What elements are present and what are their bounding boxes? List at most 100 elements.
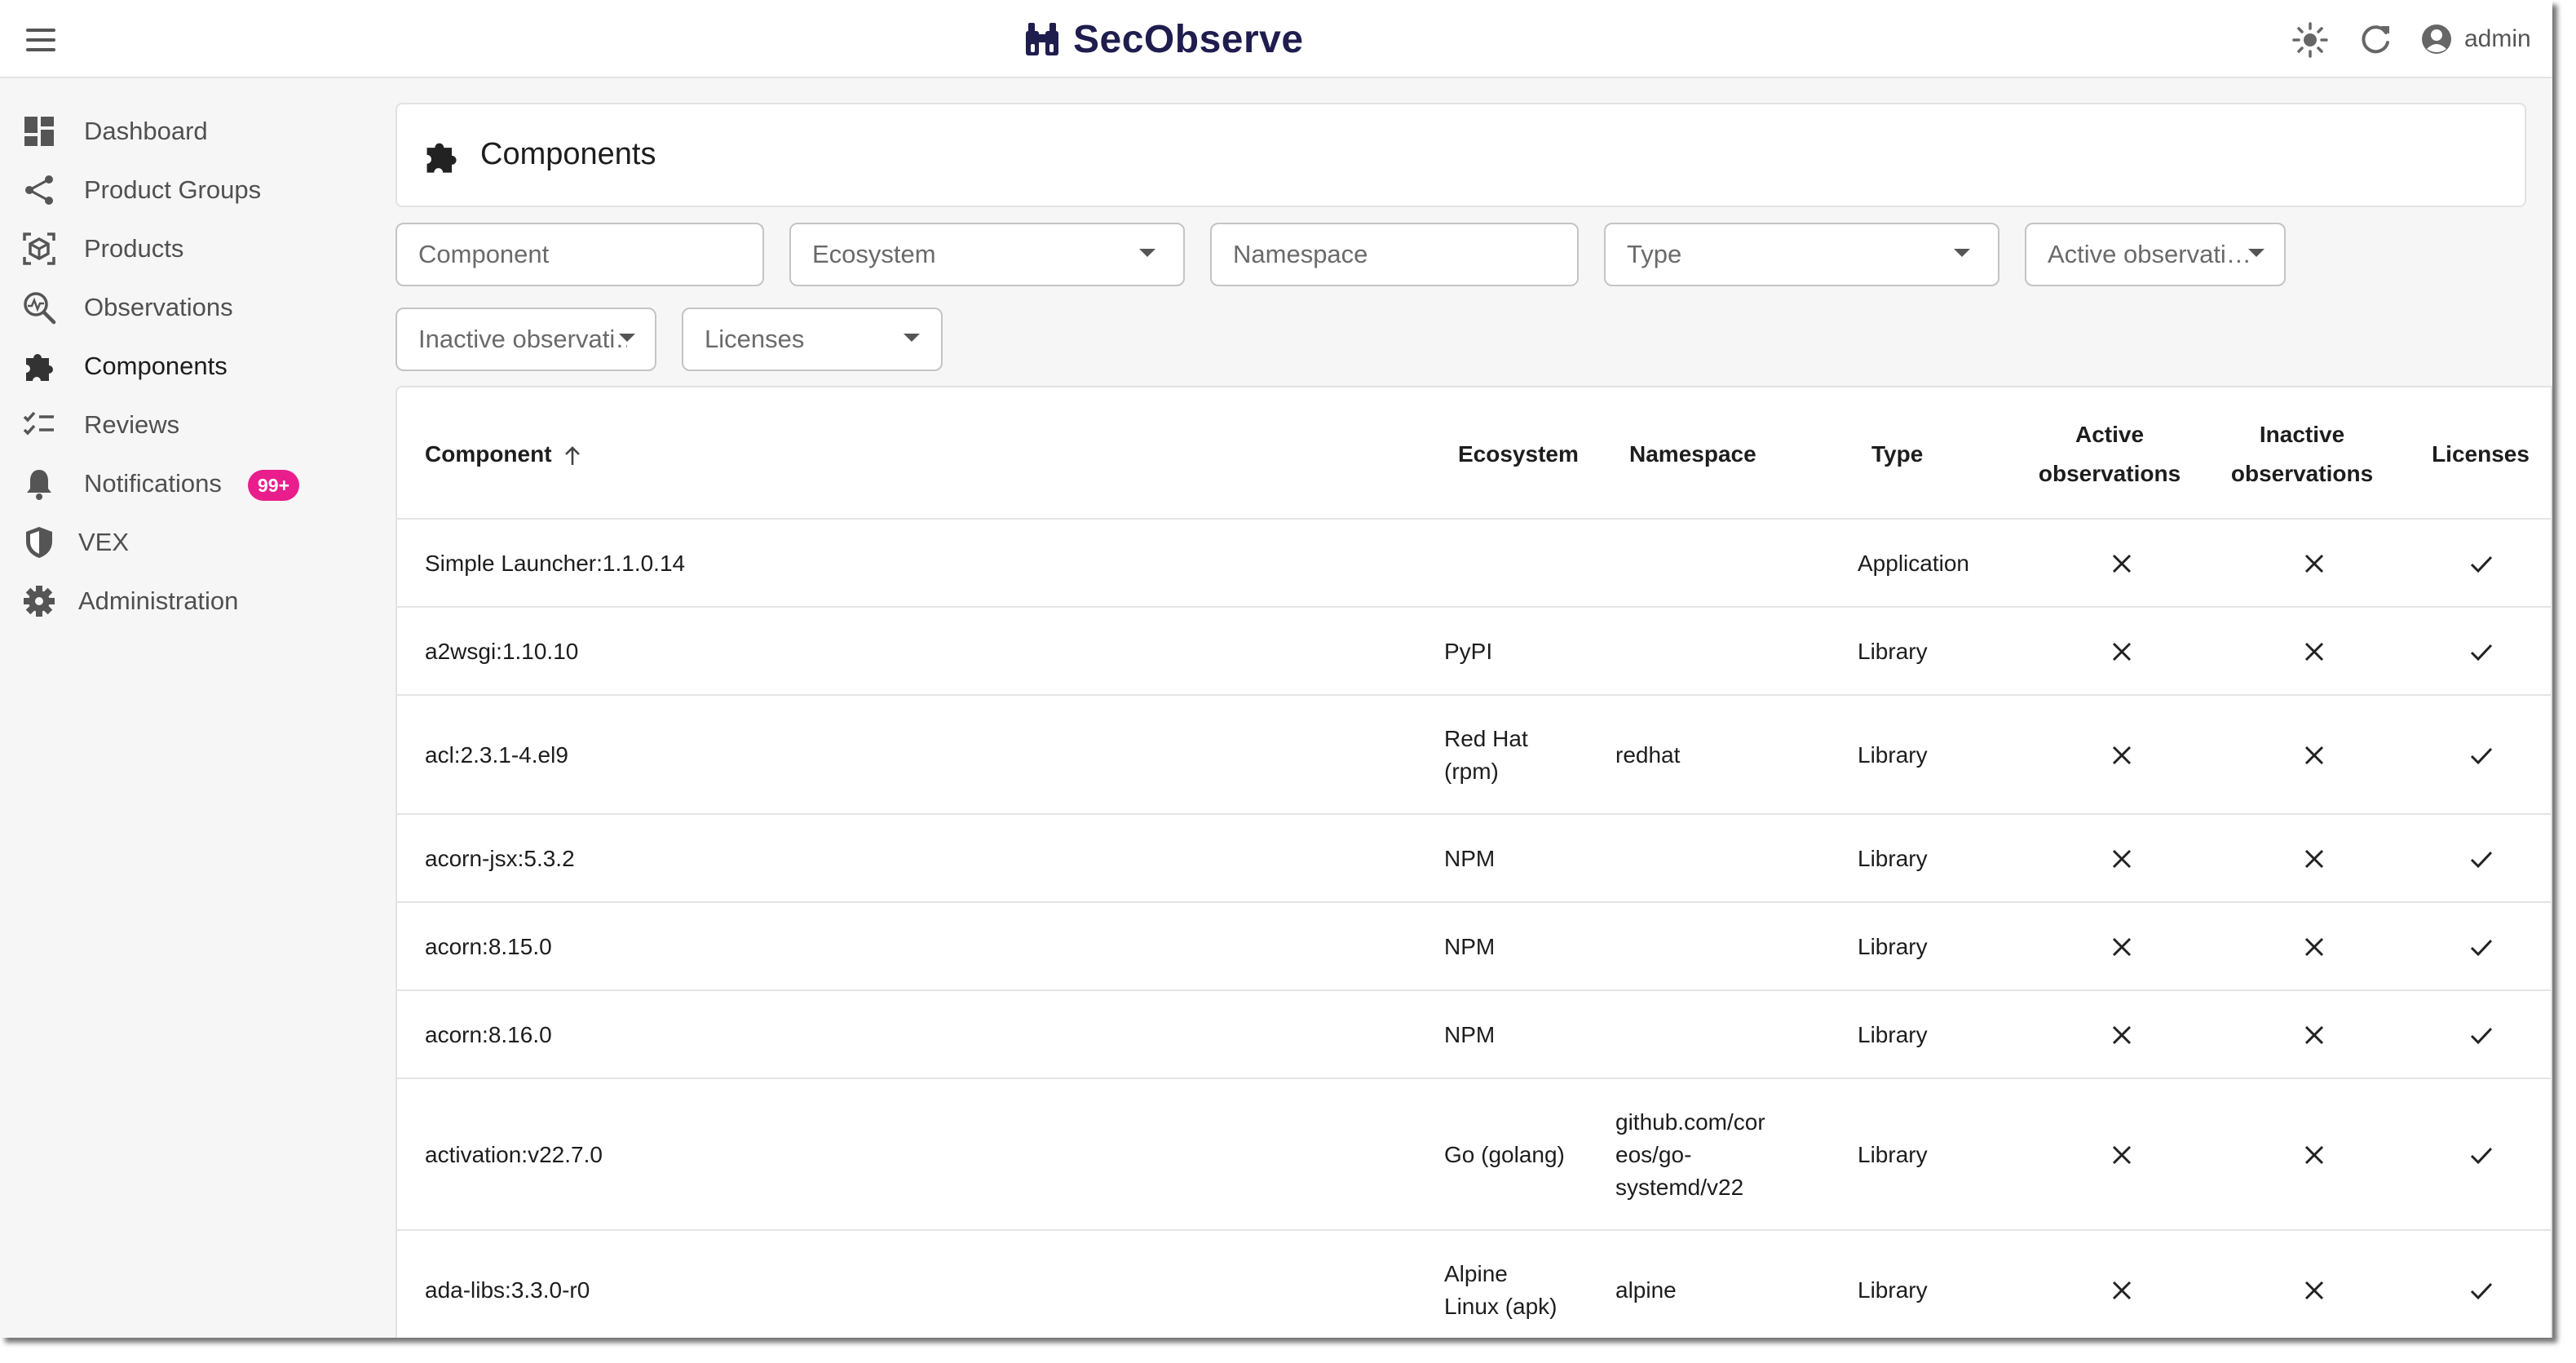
close-icon bbox=[2112, 554, 2132, 573]
sidebar-item-reviews[interactable]: Reviews bbox=[0, 396, 383, 454]
type-select-label: Type bbox=[1627, 240, 1682, 268]
puzzle-icon bbox=[426, 143, 457, 173]
close-icon bbox=[2304, 1025, 2324, 1045]
table-row[interactable]: Simple Launcher:1.1.0.14 Application bbox=[397, 518, 2551, 606]
top-app-bar: SecObserve admin bbox=[0, 0, 2552, 78]
close-icon bbox=[2304, 849, 2324, 869]
component-filter[interactable] bbox=[395, 223, 764, 286]
user-menu[interactable]: admin bbox=[2420, 20, 2531, 59]
column-header-component[interactable]: Component bbox=[425, 435, 583, 474]
ecosystem-select-label: Ecosystem bbox=[812, 240, 936, 268]
column-header-label: observations bbox=[2038, 461, 2181, 486]
chevron-down-icon bbox=[619, 334, 635, 342]
observation-icon bbox=[24, 292, 56, 325]
column-header-label: Inactive bbox=[2259, 422, 2345, 447]
column-header-ecosystem[interactable]: Ecosystem bbox=[1458, 435, 1579, 474]
column-header-type[interactable]: Type bbox=[1871, 435, 1923, 474]
table-row[interactable]: a2wsgi:1.10.10 PyPI Library bbox=[397, 606, 2551, 694]
sidebar-item-label: Products bbox=[84, 234, 184, 263]
namespace-filter[interactable] bbox=[1210, 223, 1579, 286]
check-icon bbox=[2470, 644, 2493, 662]
table-row[interactable]: ada-libs:3.3.0-r0 Alpine Linux (apk) alpin… bbox=[397, 1229, 2551, 1338]
gear-icon bbox=[24, 586, 55, 617]
checklist-icon bbox=[23, 411, 54, 436]
check-icon bbox=[2470, 851, 2493, 869]
sidebar-item-label: Administration bbox=[78, 586, 239, 615]
sidebar-item-products[interactable]: Products bbox=[0, 220, 383, 277]
sun-icon[interactable] bbox=[2291, 21, 2329, 59]
close-icon bbox=[2304, 642, 2324, 662]
app-title: SecObserve bbox=[1073, 17, 1304, 61]
check-icon bbox=[2470, 747, 2493, 765]
column-header-licenses[interactable]: Licenses bbox=[2428, 435, 2534, 474]
account-icon bbox=[2422, 24, 2451, 54]
cell-component: acorn:8.15.0 bbox=[425, 934, 552, 959]
type-filter[interactable]: Type bbox=[1604, 223, 1999, 286]
notification-badge: 99+ bbox=[248, 470, 300, 501]
licenses-filter[interactable]: Licenses bbox=[682, 308, 943, 371]
shield-icon bbox=[26, 527, 52, 558]
close-icon bbox=[2112, 1145, 2132, 1165]
cell-namespace: redhat bbox=[1615, 742, 1681, 768]
refresh-icon[interactable] bbox=[2357, 21, 2394, 59]
check-icon bbox=[2470, 555, 2493, 573]
dashboard-icon bbox=[24, 117, 54, 146]
table-row[interactable]: acl:2.3.1-4.el9 Red Hat (rpm) redhat Librar… bbox=[397, 694, 2551, 813]
component-input[interactable] bbox=[397, 224, 762, 285]
close-icon bbox=[2112, 1025, 2132, 1045]
sidebar-item-components[interactable]: Components bbox=[0, 338, 383, 395]
table-row[interactable]: acorn:8.15.0 NPM Library bbox=[397, 901, 2551, 989]
puzzle-icon bbox=[26, 354, 53, 381]
cell-type: Library bbox=[1858, 1142, 1928, 1167]
cell-component: acorn:8.16.0 bbox=[425, 1022, 552, 1047]
ecosystem-filter[interactable]: Ecosystem bbox=[789, 223, 1185, 286]
sidebar-item-dashboard[interactable]: Dashboard bbox=[0, 103, 383, 160]
inactive-observations-select-label: Inactive observati… bbox=[418, 325, 627, 353]
sidebar-item-label: Components bbox=[84, 352, 228, 380]
user-name: admin bbox=[2464, 25, 2531, 52]
close-icon bbox=[2112, 642, 2132, 662]
close-icon bbox=[2112, 1281, 2132, 1300]
cell-component: Simple Launcher:1.1.0.14 bbox=[425, 551, 686, 576]
cell-type: Library bbox=[1858, 742, 1928, 768]
column-header-active-observations[interactable]: Active observations bbox=[2028, 415, 2191, 493]
licenses-select-label: Licenses bbox=[705, 325, 805, 353]
sidebar-item-product-groups[interactable]: Product Groups bbox=[0, 162, 383, 219]
components-table: Component Ecosystem Namespace Type Activ… bbox=[395, 386, 2552, 1338]
brand-logo[interactable]: SecObserve bbox=[1023, 15, 1304, 64]
cell-component: acl:2.3.1-4.el9 bbox=[425, 742, 568, 768]
namespace-input[interactable] bbox=[1212, 224, 1577, 285]
close-icon bbox=[2112, 746, 2132, 765]
bell-icon bbox=[27, 470, 51, 500]
arrow-up-icon[interactable] bbox=[562, 445, 583, 467]
sidebar-item-label: Product Groups bbox=[84, 175, 262, 204]
sidebar-item-observations[interactable]: Observations bbox=[0, 279, 383, 336]
table-row[interactable]: acorn-jsx:5.3.2 NPM Library bbox=[397, 813, 2551, 901]
table-row[interactable]: acorn:8.16.0 NPM Library bbox=[397, 989, 2551, 1078]
product-icon bbox=[23, 232, 55, 265]
share-icon bbox=[25, 175, 53, 205]
column-header-inactive-observations[interactable]: Inactive observations bbox=[2220, 415, 2384, 493]
sidebar-item-vex[interactable]: VEX bbox=[0, 514, 383, 571]
table-row[interactable]: activation:v22.7.0 Go (golang) github.com/… bbox=[397, 1078, 2551, 1229]
sidebar-item-label: Dashboard bbox=[84, 117, 208, 145]
sidebar-item-administration[interactable]: Administration bbox=[0, 573, 383, 630]
cell-type: Application bbox=[1858, 551, 1969, 576]
inactive-observations-filter[interactable]: Inactive observati… bbox=[395, 308, 656, 371]
menu-icon[interactable] bbox=[21, 21, 59, 59]
page-title: Components bbox=[480, 137, 656, 171]
cell-ecosystem: NPM bbox=[1444, 1022, 1496, 1047]
chevron-down-icon bbox=[1139, 249, 1155, 257]
close-icon bbox=[2304, 554, 2324, 573]
cell-namespace: alpine bbox=[1615, 1277, 1677, 1303]
cell-ecosystem: Go (golang) bbox=[1444, 1142, 1565, 1167]
close-icon bbox=[2304, 1281, 2324, 1300]
close-icon bbox=[2112, 849, 2132, 869]
active-observations-filter[interactable]: Active observati… bbox=[2025, 223, 2286, 286]
column-header-namespace[interactable]: Namespace bbox=[1629, 435, 1756, 474]
close-icon bbox=[2304, 746, 2324, 765]
binoculars-icon bbox=[1026, 23, 1058, 55]
column-header-label: Component bbox=[425, 441, 552, 467]
check-icon bbox=[2470, 1282, 2493, 1300]
sidebar-item-notifications[interactable]: Notifications 99+ bbox=[0, 455, 383, 512]
